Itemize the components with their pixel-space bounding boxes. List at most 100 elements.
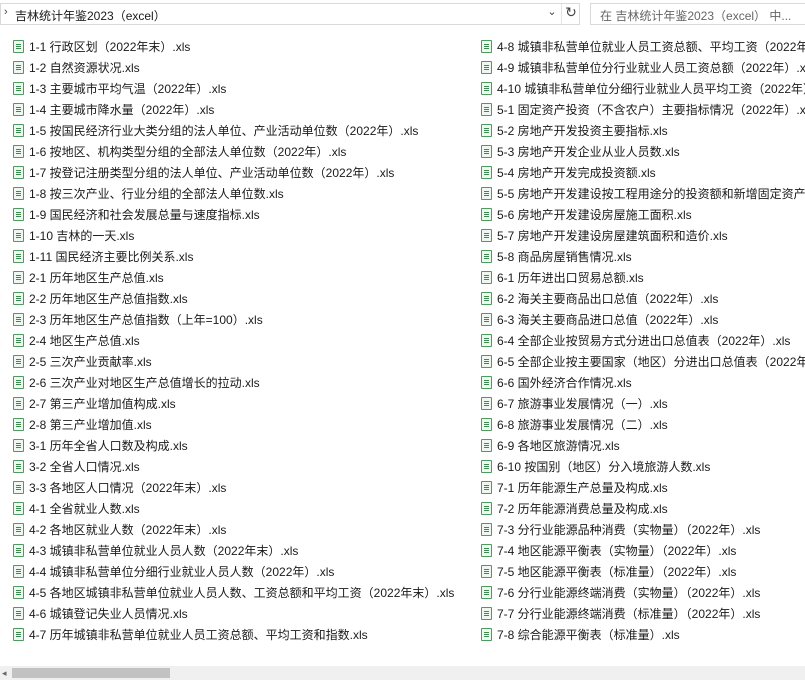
file-item[interactable]: 6-4 全部企业按贸易方式分进出口总值表（2022年）.xls	[481, 331, 790, 352]
file-item[interactable]: 6-7 旅游事业发展情况（一）.xls	[481, 394, 668, 415]
file-name: 1-1 行政区划（2022年末）.xls	[29, 40, 191, 54]
excel-file-icon	[13, 628, 24, 641]
excel-file-icon	[481, 544, 492, 557]
scrollbar-thumb[interactable]	[12, 668, 170, 678]
file-item[interactable]: 1-4 主要城市降水量（2022年）.xls	[13, 100, 214, 121]
file-item[interactable]: 7-5 地区能源平衡表（标准量）（2022年）.xls	[481, 562, 736, 583]
file-name: 7-3 分行业能源品种消费（实物量）（2022年）.xls	[497, 523, 761, 537]
excel-file-icon	[481, 418, 492, 431]
file-item[interactable]: 6-9 各地区旅游情况.xls	[481, 436, 620, 457]
file-item[interactable]: 6-2 海关主要商品出口总值（2022年）.xls	[481, 289, 718, 310]
file-name: 1-3 主要城市平均气温（2022年）.xls	[29, 82, 227, 96]
excel-file-icon	[481, 124, 492, 137]
file-item[interactable]: 6-5 全部企业按主要国家（地区）分进出口总值表（2022年）.xls	[481, 352, 805, 373]
file-item[interactable]: 5-5 房地产开发建设按工程用途分的投资额和新增固定资产.xls	[481, 184, 805, 205]
file-name: 6-7 旅游事业发展情况（一）.xls	[497, 397, 668, 411]
excel-file-icon	[481, 271, 492, 284]
file-item[interactable]: 2-3 历年地区生产总值指数（上年=100）.xls	[13, 310, 263, 331]
file-item[interactable]: 3-1 历年全省人口数及构成.xls	[13, 436, 188, 457]
file-item[interactable]: 5-4 房地产开发完成投资额.xls	[481, 163, 656, 184]
file-item[interactable]: 5-1 固定资产投资（不含农户）主要指标情况（2022年）.xls	[481, 100, 805, 121]
file-item[interactable]: 7-1 历年能源生产总量及构成.xls	[481, 478, 668, 499]
file-item[interactable]: 4-8 城镇非私营单位就业人员工资总额、平均工资（2022年）.xls	[481, 37, 805, 58]
file-item[interactable]: 6-8 旅游事业发展情况（二）.xls	[481, 415, 668, 436]
file-name: 5-2 房地产开发投资主要指标.xls	[497, 124, 668, 138]
file-item[interactable]: 4-5 各地区城镇非私营单位就业人员人数、工资总额和平均工资（2022年末）.x…	[13, 583, 454, 604]
file-item[interactable]: 5-8 商品房屋销售情况.xls	[481, 247, 632, 268]
excel-file-icon	[481, 376, 492, 389]
file-item[interactable]: 1-6 按地区、机构类型分组的全部法人单位数（2022年）.xls	[13, 142, 346, 163]
file-name: 2-3 历年地区生产总值指数（上年=100）.xls	[29, 313, 263, 327]
file-name: 2-6 三次产业对地区生产总值增长的拉动.xls	[29, 376, 260, 390]
file-name: 4-8 城镇非私营单位就业人员工资总额、平均工资（2022年）.xls	[497, 40, 805, 54]
excel-file-icon	[13, 376, 24, 389]
file-item[interactable]: 7-8 综合能源平衡表（标准量）.xls	[481, 625, 680, 646]
file-item[interactable]: 2-6 三次产业对地区生产总值增长的拉动.xls	[13, 373, 260, 394]
file-item[interactable]: 5-2 房地产开发投资主要指标.xls	[481, 121, 668, 142]
excel-file-icon	[13, 313, 24, 326]
file-item[interactable]: 7-4 地区能源平衡表（实物量）（2022年）.xls	[481, 541, 736, 562]
file-item[interactable]: 2-8 第三产业增加值.xls	[13, 415, 152, 436]
file-item[interactable]: 4-1 全省就业人数.xls	[13, 499, 140, 520]
file-item[interactable]: 7-7 分行业能源终端消费（标准量）（2022年）.xls	[481, 604, 760, 625]
file-item[interactable]: 7-3 分行业能源品种消费（实物量）（2022年）.xls	[481, 520, 760, 541]
excel-file-icon	[13, 565, 24, 578]
file-item[interactable]: 2-7 第三产业增加值构成.xls	[13, 394, 176, 415]
file-item[interactable]: 4-4 城镇非私营单位分细行业就业人员人数（2022年）.xls	[13, 562, 334, 583]
file-item[interactable]: 5-7 房地产开发建设房屋建筑面积和造价.xls	[481, 226, 728, 247]
horizontal-scrollbar[interactable]: ◂	[0, 666, 805, 680]
file-item[interactable]: 1-10 吉林的一天.xls	[13, 226, 134, 247]
excel-file-icon	[481, 334, 492, 347]
file-item[interactable]: 2-4 地区生产总值.xls	[13, 331, 140, 352]
search-box[interactable]: 在 吉林统计年鉴2023（excel） 中...	[590, 3, 805, 25]
file-item[interactable]: 1-3 主要城市平均气温（2022年）.xls	[13, 79, 226, 100]
file-item[interactable]: 1-11 国民经济主要比例关系.xls	[13, 247, 193, 268]
chevron-down-icon[interactable]: ⌄	[544, 5, 560, 23]
refresh-icon[interactable]: ↻	[561, 4, 580, 24]
file-item[interactable]: 6-6 国外经济合作情况.xls	[481, 373, 632, 394]
file-item[interactable]: 5-6 房地产开发建设房屋施工面积.xls	[481, 205, 692, 226]
file-item[interactable]: 7-2 历年能源消费总量及构成.xls	[481, 499, 668, 520]
excel-file-icon	[13, 607, 24, 620]
file-item[interactable]: 1-2 自然资源状况.xls	[13, 58, 140, 79]
file-item[interactable]: 5-3 房地产开发企业从业人员数.xls	[481, 142, 680, 163]
excel-file-icon	[13, 229, 24, 242]
file-item[interactable]: 1-5 按国民经济行业大类分组的法人单位、产业活动单位数（2022年）.xls	[13, 121, 418, 142]
search-input[interactable]: 在 吉林统计年鉴2023（excel） 中...	[600, 7, 791, 24]
excel-file-icon	[13, 250, 24, 263]
file-item[interactable]: 6-3 海关主要商品进口总值（2022年）.xls	[481, 310, 718, 331]
excel-file-icon	[481, 40, 492, 53]
file-item[interactable]: 6-10 按国别（地区）分入境旅游人数.xls	[481, 457, 710, 478]
excel-file-icon	[13, 145, 24, 158]
file-item[interactable]: 3-3 各地区人口情况（2022年末）.xls	[13, 478, 226, 499]
excel-file-icon	[481, 607, 492, 620]
excel-file-icon	[13, 418, 24, 431]
excel-file-icon	[13, 544, 24, 557]
file-item[interactable]: 4-9 城镇非私营单位分行业就业人员工资总额（2022年）.xls	[481, 58, 805, 79]
address-bar[interactable]: › 吉林统计年鉴2023（excel） ⌄ ↻	[0, 3, 580, 25]
file-item[interactable]: 4-2 各地区就业人数（2022年末）.xls	[13, 520, 226, 541]
file-item[interactable]: 4-3 城镇非私营单位就业人员人数（2022年末）.xls	[13, 541, 298, 562]
file-item[interactable]: 6-1 历年进出口贸易总额.xls	[481, 268, 644, 289]
excel-file-icon	[481, 523, 492, 536]
file-item[interactable]: 3-2 全省人口情况.xls	[13, 457, 140, 478]
scroll-left-arrow-icon[interactable]: ◂	[2, 666, 7, 680]
file-item[interactable]: 2-2 历年地区生产总值指数.xls	[13, 289, 188, 310]
file-item[interactable]: 4-6 城镇登记失业人员情况.xls	[13, 604, 188, 625]
chevron-right-icon[interactable]: ›	[4, 6, 8, 18]
file-item[interactable]: 1-7 按登记注册类型分组的法人单位、产业活动单位数（2022年）.xls	[13, 163, 394, 184]
excel-file-icon	[13, 124, 24, 137]
file-item[interactable]: 2-1 历年地区生产总值.xls	[13, 268, 164, 289]
file-item[interactable]: 4-10 城镇非私营单位分细行业就业人员平均工资（2022年）.xls	[481, 79, 805, 100]
excel-file-icon	[13, 439, 24, 452]
excel-file-icon	[13, 40, 24, 53]
file-item[interactable]: 4-7 历年城镇非私营单位就业人员工资总额、平均工资和指数.xls	[13, 625, 368, 646]
file-name: 1-5 按国民经济行业大类分组的法人单位、产业活动单位数（2022年）.xls	[29, 124, 419, 138]
file-item[interactable]: 2-5 三次产业贡献率.xls	[13, 352, 152, 373]
excel-file-icon	[481, 460, 492, 473]
file-item[interactable]: 7-6 分行业能源终端消费（实物量）（2022年）.xls	[481, 583, 760, 604]
file-name: 6-2 海关主要商品出口总值（2022年）.xls	[497, 292, 719, 306]
file-item[interactable]: 1-1 行政区划（2022年末）.xls	[13, 37, 190, 58]
file-item[interactable]: 1-9 国民经济和社会发展总量与速度指标.xls	[13, 205, 260, 226]
file-item[interactable]: 1-8 按三次产业、行业分组的全部法人单位数.xls	[13, 184, 284, 205]
